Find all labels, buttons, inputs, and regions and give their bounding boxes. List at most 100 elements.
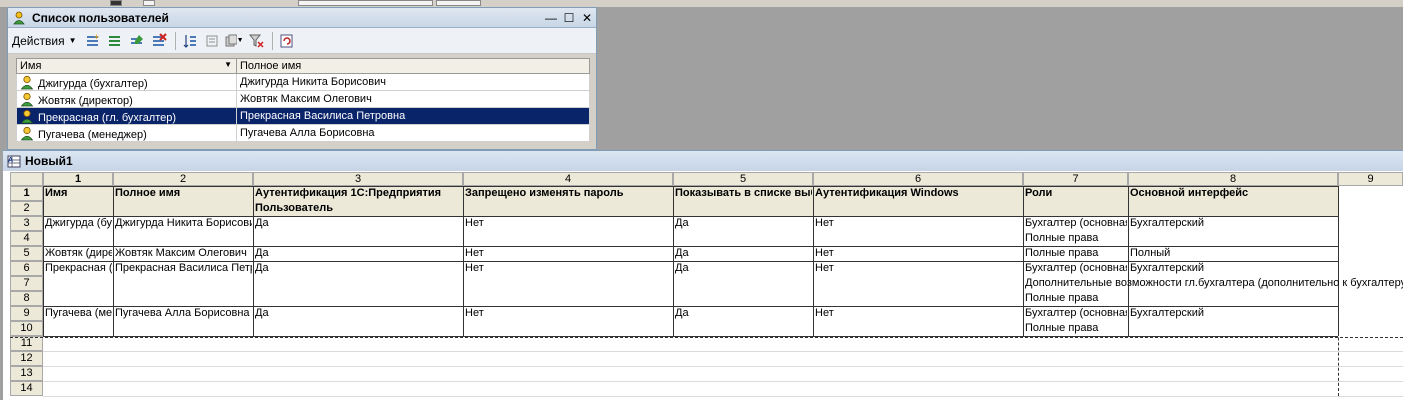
grid-line	[43, 366, 1403, 367]
data-cell[interactable]: Полные права	[1023, 231, 1127, 246]
header-cell[interactable]: Запрещено изменять пароль	[463, 186, 672, 201]
maximize-button[interactable]: ☐	[560, 10, 578, 26]
row-header[interactable]: 13	[10, 366, 43, 381]
data-cell[interactable]: Да	[673, 261, 812, 276]
data-cell[interactable]: Бухгалтерский	[1128, 261, 1337, 276]
column-header[interactable]: 4	[463, 172, 673, 186]
filter-clear-icon[interactable]	[246, 31, 266, 51]
edit-icon[interactable]	[127, 31, 147, 51]
table-row[interactable]: Пугачева (менеджер) Пугачева Алла Борисов…	[16, 124, 590, 142]
data-cell[interactable]: Да	[673, 216, 812, 231]
column-header[interactable]: 8	[1128, 172, 1338, 186]
column-header[interactable]: 2	[113, 172, 253, 186]
row-header[interactable]: 3	[10, 216, 43, 231]
data-cell[interactable]: Нет	[463, 246, 672, 261]
table-row[interactable]: Джигурда (бухгалтер) Джигурда Никита Бори…	[16, 73, 590, 91]
close-button[interactable]: ✕	[578, 10, 596, 26]
column-header[interactable]: 9	[1338, 172, 1403, 186]
data-cell[interactable]: Да	[253, 216, 462, 231]
data-cell[interactable]: Да	[253, 261, 462, 276]
data-cell[interactable]: Бухгалтер (основная)	[1023, 261, 1127, 276]
column-header-name[interactable]: Имя ▼	[16, 58, 237, 74]
header-cell[interactable]: Показывать в списке выбора	[673, 186, 812, 201]
row-header[interactable]: 14	[10, 381, 43, 396]
column-header[interactable]: 7	[1023, 172, 1128, 186]
header-cell[interactable]: Полное имя	[113, 186, 252, 201]
toolbar-combo-fragment[interactable]	[436, 0, 481, 6]
data-cell[interactable]: Пугачева (менеджер)	[43, 306, 112, 321]
add-group-icon[interactable]	[105, 31, 125, 51]
data-cell[interactable]: Да	[253, 246, 462, 261]
spreadsheet-window: A Новый1 1 2 3 4 5 6 7 8 9 1 2 3 4 5 6 7 8 9 10 11 12 13 14 Имя…	[3, 150, 1403, 400]
header-cell[interactable]: Имя	[43, 186, 112, 201]
data-cell[interactable]: Нет	[463, 261, 672, 276]
data-cell[interactable]: Да	[253, 306, 462, 321]
row-header[interactable]: 10	[10, 321, 43, 336]
data-cell[interactable]: Полные права	[1023, 246, 1127, 261]
column-header[interactable]: 6	[813, 172, 1023, 186]
data-cell[interactable]: Прекрасная (гл. бухгалтер)	[43, 261, 112, 276]
data-cell[interactable]: Полный	[1128, 246, 1337, 261]
header-cell[interactable]: Аутентификация 1С:Предприятия	[253, 186, 462, 201]
column-header[interactable]: 3	[253, 172, 463, 186]
data-cell[interactable]: Да	[673, 306, 812, 321]
data-cell[interactable]: Прекрасная Василиса Петровна	[113, 261, 252, 276]
header-cell[interactable]: Аутентификация Windows	[813, 186, 1022, 201]
spreadsheet-titlebar[interactable]: A Новый1	[3, 151, 1403, 171]
data-cell[interactable]: Нет	[813, 216, 1022, 231]
user-list-titlebar[interactable]: Список пользователей — ☐ ✕	[8, 8, 596, 28]
row-header[interactable]: 11	[10, 336, 43, 351]
header-cell[interactable]: Пользователь	[253, 201, 462, 216]
hierarchy-icon[interactable]	[202, 31, 222, 51]
data-cell[interactable]: Нет	[463, 306, 672, 321]
data-cell[interactable]: Нет	[813, 261, 1022, 276]
data-cell[interactable]: Жовтяк Максим Олегович	[113, 246, 252, 261]
add-icon[interactable]: +	[83, 31, 103, 51]
table-row[interactable]: Прекрасная (гл. бухгалтер) Прекрасная Вас…	[16, 107, 590, 125]
toolbar-combo-fragment[interactable]	[298, 0, 433, 6]
row-header[interactable]: 6	[10, 261, 43, 276]
grid-corner	[10, 172, 43, 186]
data-cell[interactable]: Дополнительные возможности гл.бухгалтера…	[1023, 276, 1403, 291]
delete-icon[interactable]	[149, 31, 169, 51]
user-icon	[13, 11, 25, 24]
sort-icon[interactable]	[180, 31, 200, 51]
data-cell[interactable]: Джигурда (бухгалтер)	[43, 216, 112, 231]
header-cell[interactable]: Роли	[1023, 186, 1127, 201]
grid-line	[43, 351, 1403, 352]
user-fullname-cell: Прекрасная Василиса Петровна	[236, 107, 590, 125]
row-header[interactable]: 2	[10, 201, 43, 216]
data-cell[interactable]: Бухгалтер (основная)	[1023, 216, 1127, 231]
copy-icon[interactable]: ▼	[224, 31, 244, 51]
row-header[interactable]: 4	[10, 231, 43, 246]
actions-menu[interactable]: Действия ▼	[12, 34, 77, 48]
data-cell[interactable]: Полные права	[1023, 291, 1127, 306]
data-cell[interactable]: Бухгалтерский	[1128, 216, 1337, 231]
user-name-cell: Жовтяк (директор)	[16, 90, 237, 108]
user-name-label: Жовтяк (директор)	[38, 94, 133, 107]
data-cell[interactable]: Нет	[463, 216, 672, 231]
data-cell[interactable]: Бухгалтер (основная)	[1023, 306, 1127, 321]
row-header[interactable]: 7	[10, 276, 43, 291]
column-header[interactable]: 1	[43, 172, 113, 186]
refresh-icon[interactable]	[277, 31, 297, 51]
row-header[interactable]: 12	[10, 351, 43, 366]
column-header-fullname[interactable]: Полное имя	[236, 58, 590, 74]
row-header[interactable]: 9	[10, 306, 43, 321]
data-cell[interactable]: Полные права	[1023, 321, 1127, 336]
data-cell[interactable]: Нет	[813, 246, 1022, 261]
table-row[interactable]: Жовтяк (директор) Жовтяк Максим Олегович	[16, 90, 590, 108]
header-cell[interactable]: Основной интерфейс	[1128, 186, 1337, 201]
data-cell[interactable]: Нет	[813, 306, 1022, 321]
grid-line	[43, 396, 1403, 397]
row-header[interactable]: 5	[10, 246, 43, 261]
column-header[interactable]: 5	[673, 172, 813, 186]
row-header[interactable]: 1	[10, 186, 43, 201]
minimize-button[interactable]: —	[542, 10, 560, 26]
data-cell[interactable]: Жовтяк (директор)	[43, 246, 112, 261]
data-cell[interactable]: Бухгалтерский	[1128, 306, 1337, 321]
data-cell[interactable]: Джигурда Никита Борисович	[113, 216, 252, 231]
row-header[interactable]: 8	[10, 291, 43, 306]
data-cell[interactable]: Да	[673, 246, 812, 261]
data-cell[interactable]: Пугачева Алла Борисовна	[113, 306, 252, 321]
